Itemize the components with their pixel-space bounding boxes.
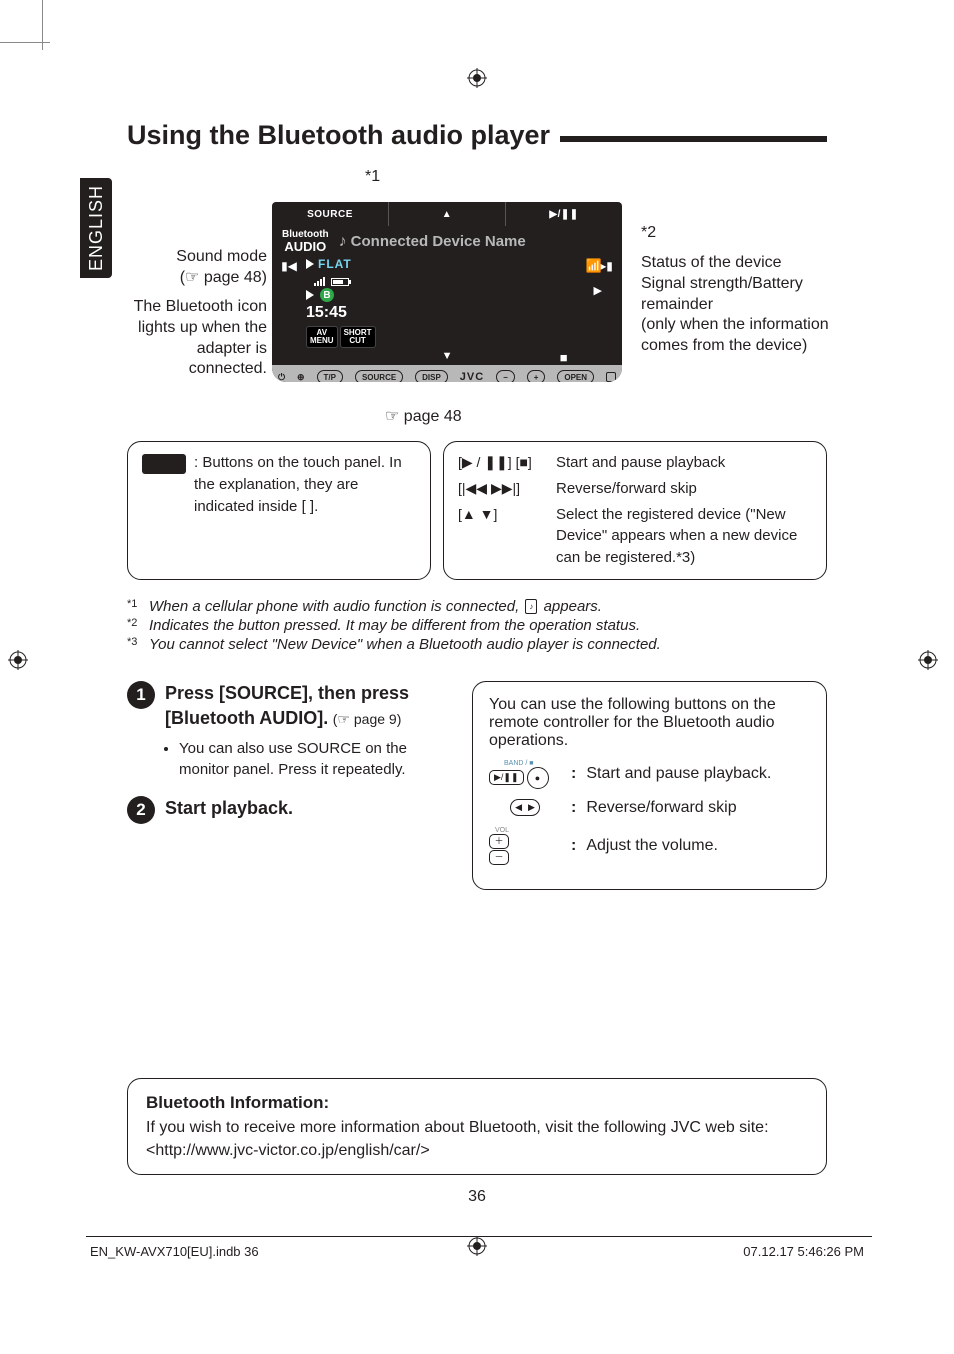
- remote-play-pause-icon: ▶/❚❚: [489, 770, 524, 785]
- device-bottom-bar: ⏻ ⊕ T/P SOURCE DISP JVC − + OPEN: [272, 365, 622, 382]
- annotation-page-ref: ☞ page 48: [385, 407, 462, 428]
- footnote-marker-1: *1: [365, 167, 380, 188]
- label: MENU: [310, 336, 334, 345]
- annotation-status: Status of the device Signal strength/Bat…: [641, 253, 841, 357]
- label: AUDIO: [282, 240, 329, 253]
- bottom-stop-button: ■: [505, 350, 622, 365]
- symbol-up-down: [▲ ▼]: [458, 504, 548, 524]
- desc-play-pause: Start and pause playback: [556, 452, 812, 474]
- signal-indicator-icon: 📶: [586, 258, 602, 274]
- remote-round-button-icon: ●: [527, 767, 549, 789]
- footnote-num: *2: [127, 617, 141, 634]
- device-screen: SOURCE ▲ ▶/❚❚ Bluetooth AUDIO ♪ Connecte…: [272, 202, 622, 382]
- clock-time: 15:45: [306, 304, 588, 322]
- page-ref: (☞ page 48): [180, 269, 267, 286]
- av-menu-button: AV MENU: [306, 326, 338, 348]
- source-button: SOURCE: [355, 370, 403, 382]
- button-swatch-icon: [142, 454, 186, 474]
- footer-rule: [86, 1236, 872, 1237]
- tp-button: T/P: [317, 370, 343, 382]
- icon: ⊕: [297, 372, 305, 383]
- jvc-logo: JVC: [460, 371, 484, 382]
- disp-button: DISP: [415, 370, 448, 382]
- page-title: Using the Bluetooth audio player: [127, 120, 560, 151]
- step-1-bullet: You can also use SOURCE on the monitor p…: [179, 738, 448, 780]
- remote-skip-icon: ◀▶: [510, 799, 540, 816]
- step-2-heading: Start playback.: [165, 798, 293, 818]
- left-nav-button: ▮◀: [278, 255, 300, 350]
- top-play-pause-button: ▶/❚❚: [506, 202, 622, 226]
- indicator-triangle-icon: [306, 259, 314, 269]
- crop-mark: [0, 42, 50, 43]
- bluetooth-icon: B: [320, 288, 334, 302]
- footnote-text: You cannot select "New Device" when a Bl…: [149, 636, 661, 653]
- desc-select-device: Select the registered device ("New Devic…: [556, 504, 812, 569]
- device-diagram: *1 *2 Sound mode (☞ page 48) The Bluetoo…: [127, 167, 827, 427]
- footnote-num: *1: [127, 598, 141, 615]
- bt-info-body: If you wish to receive more information …: [146, 1119, 769, 1159]
- title-rule: [560, 136, 827, 142]
- icon: [606, 372, 616, 382]
- label: CUT: [349, 336, 365, 345]
- remote-desc-2: Reverse/forward skip: [586, 799, 736, 817]
- remote-vol-up-icon: ＋: [489, 834, 509, 849]
- label: Sound mode: [176, 248, 267, 265]
- annotation-bluetooth-icon: The Bluetooth icon lights up when the ad…: [127, 297, 267, 380]
- open-button: OPEN: [557, 370, 594, 382]
- music-note-icon: ♪: [339, 233, 347, 251]
- remote-box: You can use the following buttons on the…: [472, 681, 827, 890]
- footnotes: *1 When a cellular phone with audio func…: [127, 598, 827, 653]
- page-number: 36: [0, 1188, 954, 1206]
- phone-icon: ♪: [525, 599, 537, 614]
- page-ref: ☞ page 48: [385, 408, 462, 425]
- footer-filename: EN_KW-AVX710[EU].indb 36: [90, 1244, 259, 1259]
- playback-symbols-box: [▶ / ❚❚] [■] Start and pause playback [|…: [443, 441, 827, 580]
- annotation-sound-mode: Sound mode (☞ page 48): [127, 247, 267, 289]
- symbol-play-pause-stop: [▶ / ❚❚] [■]: [458, 452, 548, 472]
- battery-icon: [331, 278, 349, 286]
- language-tab: ENGLISH: [80, 178, 112, 278]
- footnote-num: *3: [127, 636, 141, 653]
- plus-button: +: [527, 370, 546, 382]
- label: Status of the device: [641, 254, 782, 271]
- remote-vol-down-icon: －: [489, 850, 509, 865]
- symbol-skip: [|◀◀ ▶▶|]: [458, 478, 548, 498]
- footer-timestamp: 07.12.17 5:46:26 PM: [743, 1244, 864, 1259]
- bt-info-heading: Bluetooth Information:: [146, 1093, 329, 1112]
- signal-strength-icon: [314, 277, 325, 286]
- bluetooth-info-box: Bluetooth Information: If you wish to re…: [127, 1078, 827, 1175]
- registration-mark-icon: [467, 68, 487, 88]
- remote-intro: You can use the following buttons on the…: [489, 696, 810, 750]
- note-text: Buttons on the touch panel. In the expla…: [194, 454, 402, 515]
- desc-skip: Reverse/forward skip: [556, 478, 812, 500]
- footnote-marker-2: *2: [641, 223, 656, 244]
- top-up-button: ▲: [389, 202, 506, 226]
- footnote-text: Indicates the button pressed. It may be …: [149, 617, 640, 634]
- indicator-triangle-icon: [306, 290, 314, 300]
- connected-device-name: Connected Device Name: [351, 233, 526, 250]
- footnote-text: appears.: [544, 598, 602, 615]
- touch-panel-note-box: : Buttons on the touch panel. In the exp…: [127, 441, 431, 580]
- step-number-2: 2: [127, 796, 155, 824]
- step-number-1: 1: [127, 681, 155, 709]
- minus-button: −: [496, 370, 515, 382]
- bottom-down-button: ▼: [389, 350, 506, 365]
- top-source-button: SOURCE: [272, 202, 389, 226]
- sound-mode-value: FLAT: [318, 257, 352, 271]
- footnote-text: When a cellular phone with audio functio…: [149, 598, 519, 615]
- short-cut-button: SHORT CUT: [340, 326, 376, 348]
- vol-label: VOL: [489, 827, 509, 834]
- bluetooth-audio-label: Bluetooth AUDIO: [282, 230, 335, 253]
- step-1-page-ref: (☞ page 9): [333, 711, 402, 727]
- registration-mark-icon: [8, 650, 28, 670]
- registration-mark-icon: [918, 650, 938, 670]
- play-status-icon: ▶: [594, 284, 602, 297]
- remote-desc-3: Adjust the volume.: [586, 837, 718, 855]
- band-label: BAND / ■: [489, 760, 549, 767]
- detail: Signal strength/Battery remainder (only …: [641, 275, 829, 354]
- remote-desc-1: Start and pause playback.: [586, 765, 771, 783]
- power-icon: ⏻: [278, 372, 285, 383]
- registration-mark-icon: [467, 1236, 487, 1256]
